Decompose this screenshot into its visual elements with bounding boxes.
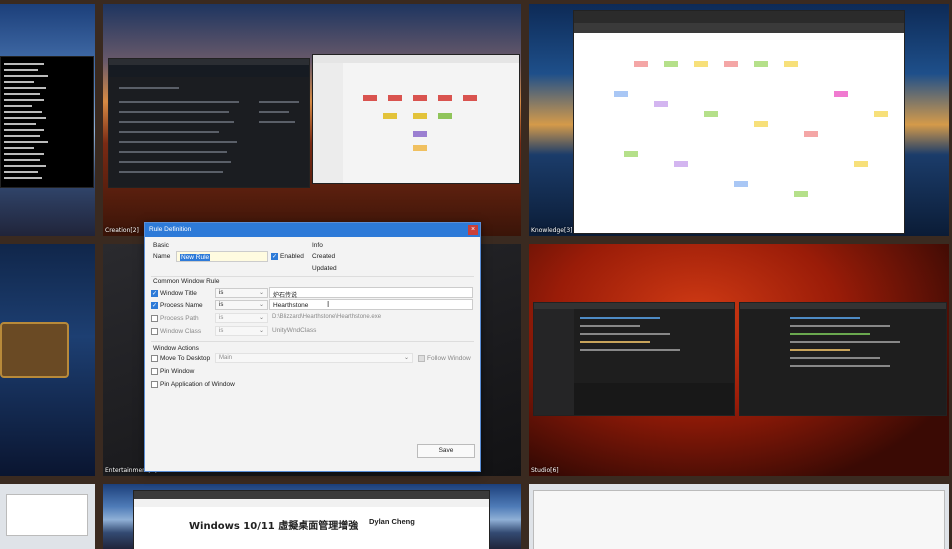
chevron-down-icon: ⌄ (258, 315, 264, 321)
process-path-operator-select[interactable]: is ⌄ (215, 313, 268, 323)
chevron-down-icon: ⌄ (258, 290, 264, 296)
window-title-value-input[interactable]: 炉石传说 (269, 287, 473, 299)
process-path-label: Process Path (160, 315, 199, 322)
process-path-value: D:\Blizzard\Hearthstone\Hearthstone.exe (272, 314, 382, 320)
desktop-label-knowledge: Knowledge[3] (531, 227, 573, 234)
desktop-thumb-browser[interactable]: Windows 10/11 虛擬桌面管理增強 Dylan Cheng (103, 484, 521, 549)
pin-window-label: Pin Window (160, 368, 195, 375)
chevron-down-icon: ⌄ (258, 328, 264, 334)
window-class-value: UnityWndClass (272, 327, 317, 334)
ide-window-left (533, 302, 735, 416)
process-name-label: Process Name (160, 302, 203, 309)
desktop-label-studio: Studio[6] (531, 467, 559, 474)
pin-application-checkbox[interactable] (151, 381, 158, 388)
diagram-editor-window (312, 54, 520, 184)
enabled-label: Enabled (280, 253, 304, 260)
desktop-thumb-knowledge[interactable]: Knowledge[3] (529, 4, 949, 236)
move-to-desktop-checkbox[interactable] (151, 355, 158, 362)
ide-window-right (739, 302, 947, 416)
desktop-thumb-left-2[interactable] (0, 244, 95, 476)
window-title-checkbox[interactable]: ✓ (151, 290, 158, 297)
divider (151, 341, 474, 342)
follow-window-label: Follow Window (427, 355, 471, 362)
desktop-thumb-left-3[interactable] (0, 484, 95, 549)
chevron-down-icon: ⌄ (403, 355, 409, 361)
blog-title: Windows 10/11 虛擬桌面管理增強 (189, 521, 359, 532)
process-path-checkbox[interactable] (151, 315, 158, 322)
updated-label: Updated (312, 265, 337, 272)
dialog-titlebar[interactable]: Rule Definition × (145, 223, 480, 237)
blog-author: Dylan Cheng (369, 517, 415, 526)
pin-application-label: Pin Application of Window (160, 381, 235, 388)
follow-window-checkbox[interactable] (418, 355, 425, 362)
name-input[interactable]: New Rule (176, 251, 268, 262)
window-class-checkbox[interactable] (151, 328, 158, 335)
text-cursor-icon: I (327, 300, 330, 309)
desktop-thumb-left-1[interactable] (0, 4, 95, 236)
created-label: Created (312, 253, 336, 260)
name-label: Name (153, 253, 171, 260)
chevron-down-icon: ⌄ (258, 302, 264, 308)
dialog-title: Rule Definition (149, 226, 192, 233)
window-class-label: Window Class (160, 328, 202, 335)
hearthstone-logo (0, 322, 69, 378)
rule-definition-dialog: Rule Definition × Basic Name New Rule ✓ … (144, 222, 481, 472)
pin-window-checkbox[interactable] (151, 368, 158, 375)
enabled-checkbox[interactable]: ✓ (271, 253, 278, 260)
mindmap-browser-window (573, 10, 905, 234)
window-title-operator-select[interactable]: is ⌄ (215, 288, 268, 298)
desktop-label-creation: Creation[2] (105, 227, 139, 234)
common-rule-heading: Common Window Rule (153, 278, 220, 285)
basic-heading: Basic (153, 242, 169, 249)
github-window (108, 58, 310, 188)
divider (151, 276, 474, 277)
window-class-operator-select[interactable]: is ⌄ (215, 326, 268, 336)
process-name-value-input[interactable]: Hearthstone I (269, 299, 473, 310)
close-button[interactable]: × (468, 225, 478, 235)
desktop-thumb-studio[interactable]: Studio[6] (529, 244, 949, 476)
desktop-thumb-right-3[interactable] (529, 484, 949, 549)
window-title-label: Window Title (160, 290, 197, 297)
desktop-select[interactable]: Main ⌄ (215, 353, 413, 363)
terminal-window (0, 56, 94, 188)
move-to-desktop-label: Move To Desktop (160, 355, 211, 362)
process-name-checkbox[interactable]: ✓ (151, 302, 158, 309)
info-heading: Info (312, 242, 323, 249)
window-actions-heading: Window Actions (153, 345, 199, 352)
save-button[interactable]: Save (417, 444, 475, 458)
desktop-thumb-creation[interactable]: Creation[2] (103, 4, 521, 236)
process-name-operator-select[interactable]: is ⌄ (215, 300, 268, 310)
blog-browser-window: Windows 10/11 虛擬桌面管理增強 Dylan Cheng (133, 490, 490, 549)
